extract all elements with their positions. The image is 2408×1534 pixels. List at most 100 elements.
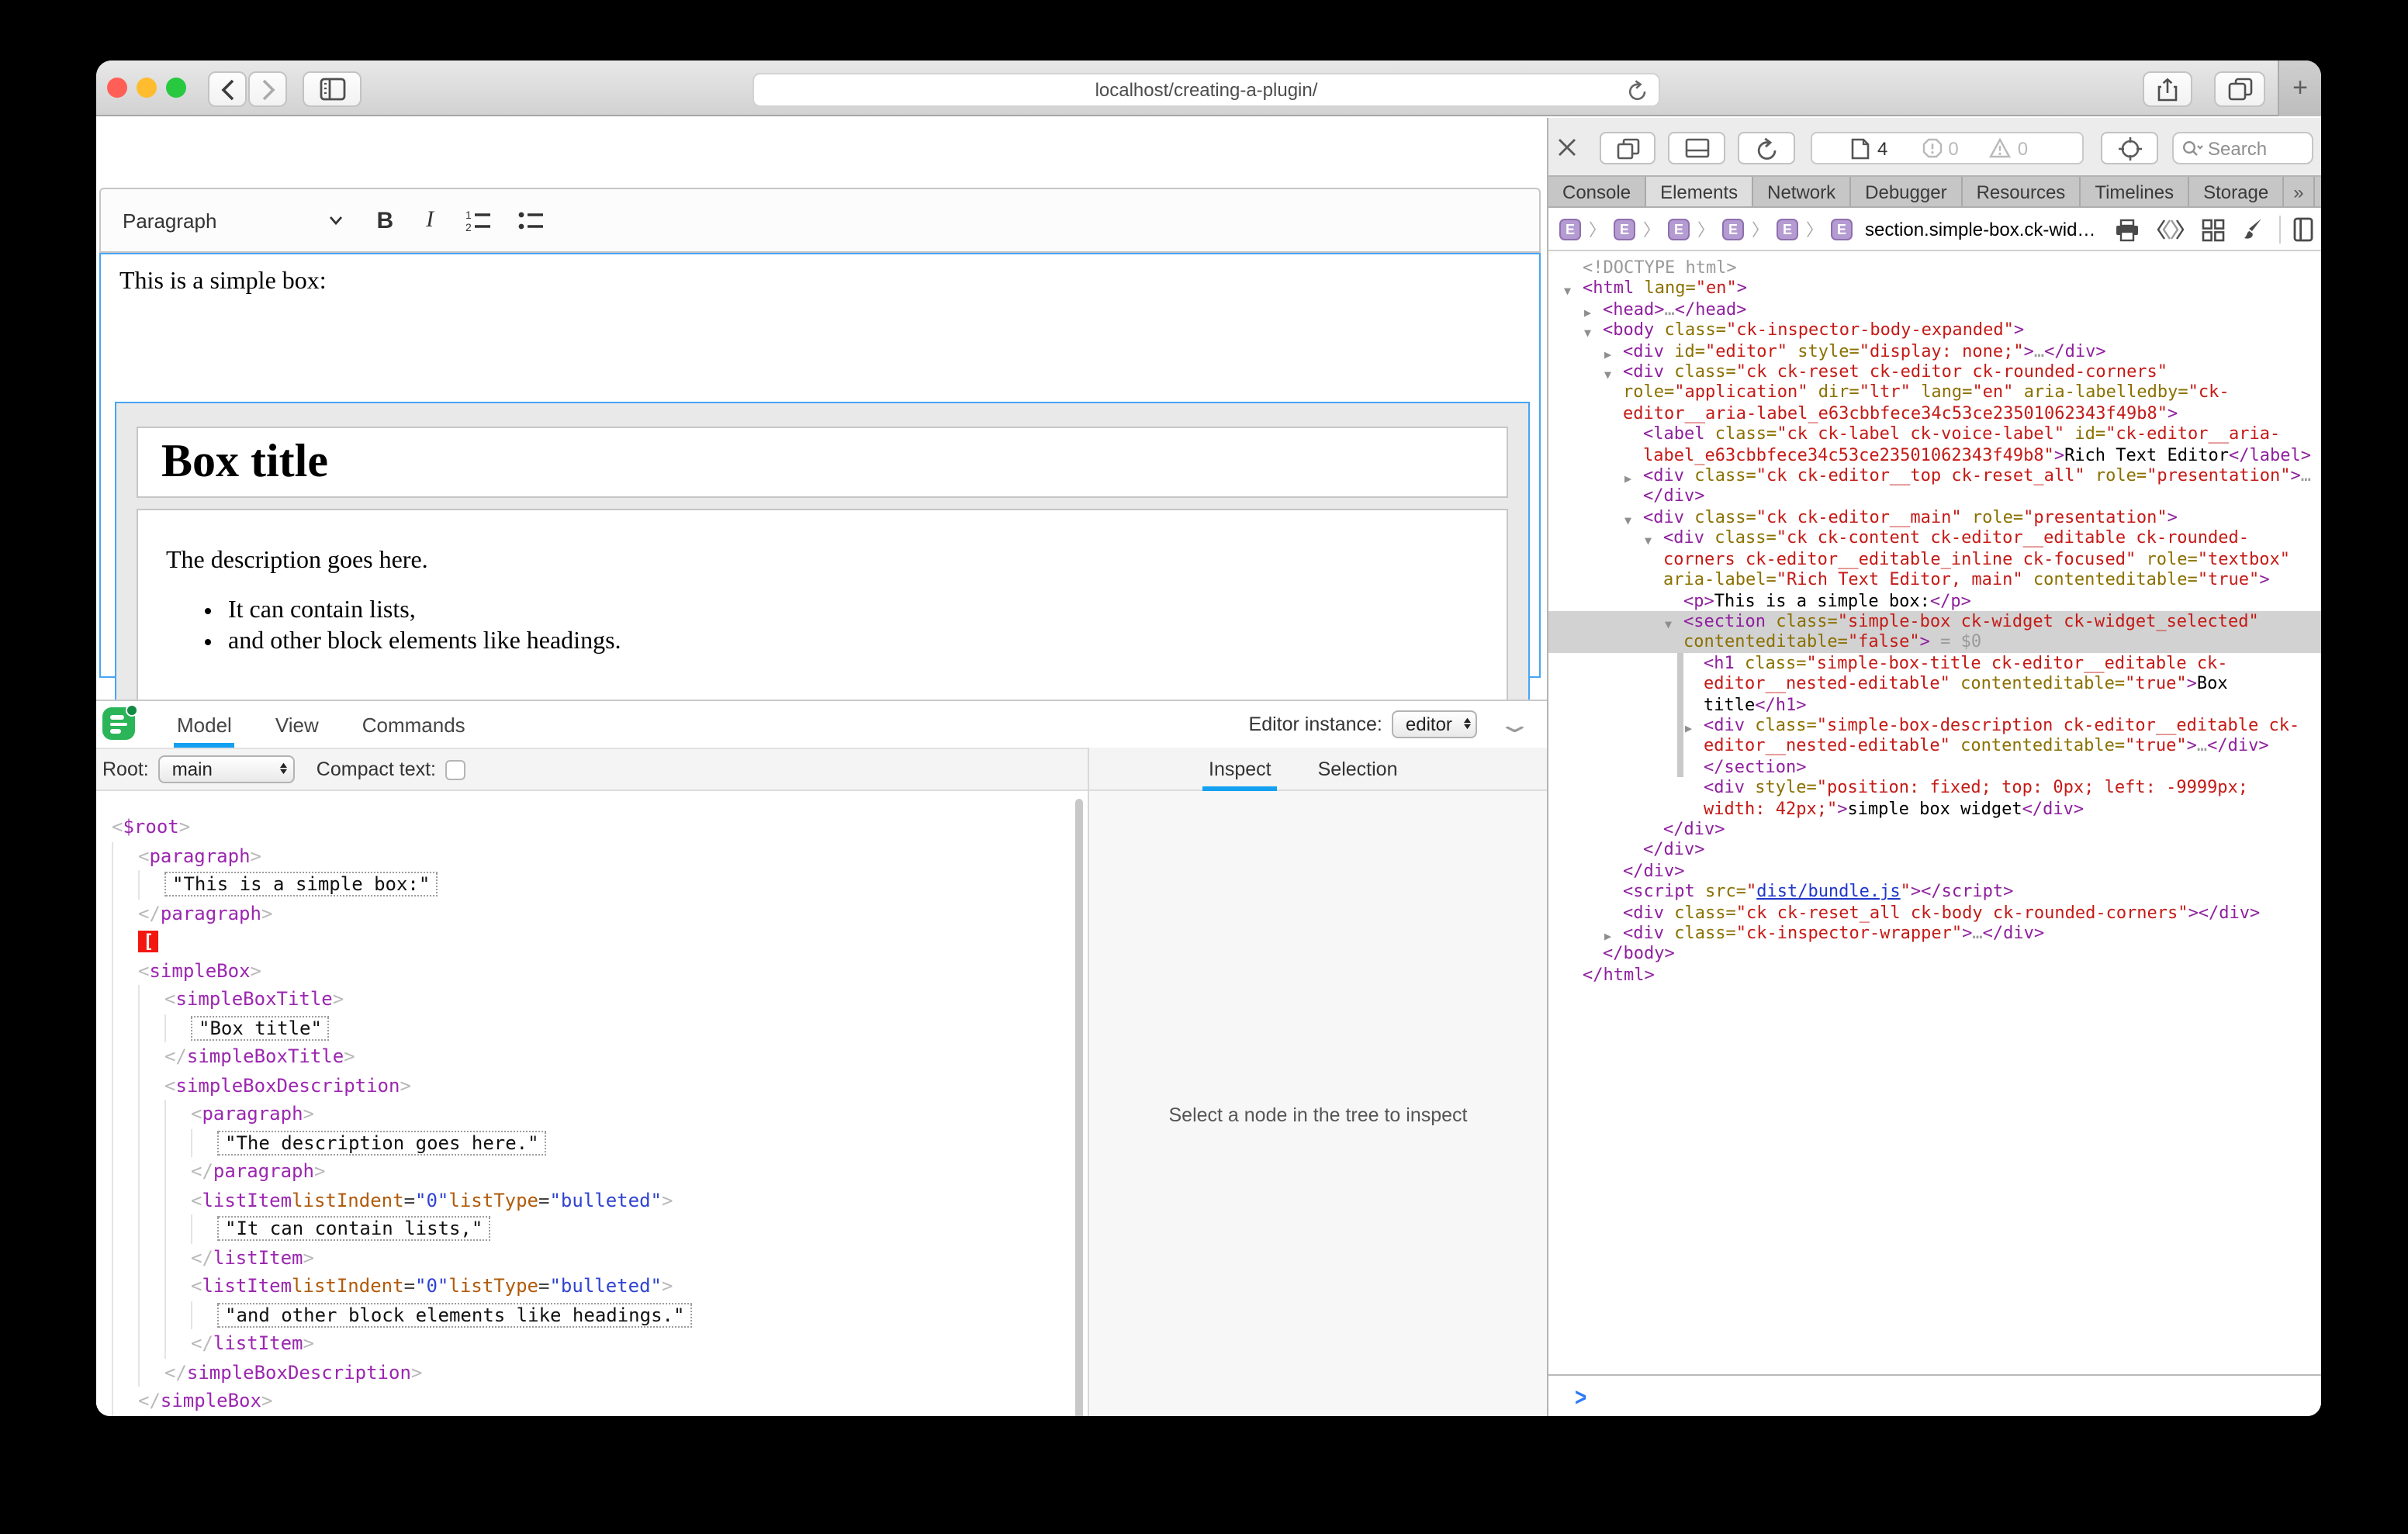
element-crumb[interactable]: E: [1559, 218, 1581, 240]
pane-tab-inspect[interactable]: Inspect: [1202, 747, 1278, 790]
collapsed-arrow-icon[interactable]: ▶: [1624, 468, 1631, 489]
element-picker-button[interactable]: [2101, 132, 2158, 164]
dom-tree-line[interactable]: </div>: [1548, 861, 2321, 882]
grid-icon[interactable]: [2202, 218, 2225, 241]
dom-tree-line[interactable]: </div>: [1548, 840, 2321, 861]
dom-tree-line[interactable]: ▼<body class="ck-inspector-body-expanded…: [1548, 320, 2321, 340]
paragraph-dropdown[interactable]: Paragraph: [123, 209, 216, 232]
model-tree-line[interactable]: <simpleBoxDescription>: [112, 1071, 1075, 1100]
model-text-node[interactable]: "This is a simple box:": [164, 872, 438, 897]
editor-content[interactable]: This is a simple box: Box title The desc…: [99, 253, 1541, 678]
close-button[interactable]: [107, 78, 127, 98]
tab-overflow-button[interactable]: »: [2284, 177, 2314, 206]
forward-button[interactable]: [248, 71, 287, 107]
dom-tree-line[interactable]: ▶<head>…</head>: [1548, 299, 2321, 320]
tab-overview-button[interactable]: [2214, 71, 2265, 107]
simple-box-title[interactable]: Box title: [137, 427, 1508, 498]
devtools-tab-storage[interactable]: Storage: [2189, 177, 2284, 206]
zoom-button[interactable]: [166, 78, 186, 98]
dom-tree-line[interactable]: <div style="position: fixed; top: 0px; l…: [1548, 777, 2321, 819]
reload-page-button[interactable]: [1738, 132, 1795, 164]
details-sidebar-icon[interactable]: [2293, 217, 2313, 242]
root-select[interactable]: main ▲▼: [158, 755, 295, 783]
add-tab-button[interactable]: +: [2315, 177, 2321, 206]
italic-button[interactable]: I: [426, 207, 434, 233]
model-tree-line[interactable]: ]: [112, 1415, 1075, 1416]
model-text-node[interactable]: "The description goes here.": [217, 1131, 547, 1156]
model-tree-line[interactable]: <simpleBoxTitle>: [112, 985, 1075, 1014]
devtools-tab-network[interactable]: Network: [1753, 177, 1851, 206]
dom-tree-line[interactable]: <h1 class="simple-box-title ck-editor__e…: [1548, 652, 2321, 714]
expanded-arrow-icon[interactable]: ▼: [1665, 614, 1672, 635]
dom-tree-line[interactable]: ▶<div class="ck ck-editor__top ck-reset_…: [1548, 465, 2321, 507]
inspector-tab-commands[interactable]: Commands: [359, 701, 469, 748]
share-button[interactable]: [2143, 71, 2192, 107]
model-tree-line[interactable]: </simpleBoxDescription>: [112, 1358, 1075, 1387]
printer-icon[interactable]: [2115, 218, 2140, 241]
element-crumb[interactable]: E: [1722, 218, 1744, 240]
model-tree-line[interactable]: </paragraph>: [112, 1157, 1075, 1186]
dom-tree-line[interactable]: <p>This is a simple box:</p>: [1548, 590, 2321, 611]
compact-text-checkbox[interactable]: [445, 759, 465, 779]
dom-tree-line[interactable]: </html>: [1548, 965, 2321, 986]
dom-tree-line[interactable]: ▼<html lang="en">: [1548, 278, 2321, 299]
collapse-inspector-button[interactable]: ⌄: [1497, 710, 1534, 738]
model-text-node[interactable]: "and other block elements like headings.…: [217, 1303, 692, 1328]
dom-tree-line[interactable]: </div>: [1548, 819, 2321, 840]
inspector-tab-view[interactable]: View: [272, 701, 322, 748]
devtools-search-field[interactable]: Search: [2172, 132, 2313, 164]
element-crumb[interactable]: E: [1831, 218, 1853, 240]
model-text-node[interactable]: "It can contain lists,": [217, 1217, 490, 1242]
dock-to-bottom-button[interactable]: [1668, 132, 1725, 164]
model-tree-scrollbar[interactable]: [1075, 799, 1083, 1416]
element-crumb[interactable]: E: [1668, 218, 1690, 240]
back-button[interactable]: [208, 71, 247, 107]
collapsed-arrow-icon[interactable]: ▶: [1685, 718, 1692, 739]
model-tree-line[interactable]: </paragraph>: [112, 899, 1075, 928]
bulleted-list-button[interactable]: [517, 209, 544, 231]
element-crumb[interactable]: E: [1777, 218, 1798, 240]
sidebar-button[interactable]: [303, 71, 362, 107]
devtools-tab-console[interactable]: Console: [1548, 177, 1646, 206]
reload-button[interactable]: [1628, 79, 1648, 102]
dom-tree-line[interactable]: ▼<div class="ck ck-editor__main" role="p…: [1548, 507, 2321, 528]
model-tree-line[interactable]: </simpleBox>: [112, 1387, 1075, 1415]
model-tree-line[interactable]: "The description goes here.": [112, 1128, 1075, 1157]
model-tree-line[interactable]: </simpleBoxTitle>: [112, 1042, 1075, 1071]
console-prompt[interactable]: >: [1548, 1374, 2321, 1416]
expanded-arrow-icon[interactable]: ▼: [1604, 364, 1611, 385]
model-tree-line[interactable]: <listItem listIndent="0" listType="bulle…: [112, 1272, 1075, 1301]
dom-tree-line[interactable]: ▶<div class="ck-inspector-wrapper">…</di…: [1548, 923, 2321, 944]
model-tree-line[interactable]: "and other block elements like headings.…: [112, 1301, 1075, 1329]
dom-tree-line[interactable]: <div class="ck ck-reset_all ck-body ck-r…: [1548, 902, 2321, 923]
new-tab-button[interactable]: +: [2278, 60, 2321, 116]
devtools-tab-debugger[interactable]: Debugger: [1851, 177, 1962, 206]
pane-tab-selection[interactable]: Selection: [1312, 747, 1404, 790]
dom-tree-line[interactable]: ▶<div id="editor" style="display: none;"…: [1548, 340, 2321, 361]
brush-icon[interactable]: [2242, 217, 2264, 242]
model-tree-line[interactable]: <paragraph>: [112, 1100, 1075, 1128]
simple-box-widget[interactable]: Box title The description goes here. It …: [115, 402, 1530, 732]
dom-tree-line[interactable]: ▶<div class="simple-box-description ck-e…: [1548, 715, 2321, 757]
devtools-tab-elements[interactable]: Elements: [1646, 177, 1753, 206]
numbered-list-button[interactable]: 12: [465, 209, 491, 231]
simple-box-description[interactable]: The description goes here. It can contai…: [137, 509, 1508, 712]
model-tree-line[interactable]: "This is a simple box:": [112, 870, 1075, 899]
dom-tree-line[interactable]: </body>: [1548, 944, 2321, 965]
model-tree-line[interactable]: <$root>: [112, 813, 1075, 841]
model-tree-line[interactable]: <simpleBox>: [112, 956, 1075, 985]
inspector-tab-model[interactable]: Model: [174, 701, 235, 748]
dom-tree-line[interactable]: ▼<div class="ck ck-reset ck-editor ck-ro…: [1548, 361, 2321, 423]
model-tree-line[interactable]: [: [112, 928, 1075, 956]
devtools-tab-timelines[interactable]: Timelines: [2081, 177, 2189, 206]
dom-tree-line[interactable]: <script src="dist/bundle.js"></script>: [1548, 881, 2321, 902]
address-bar[interactable]: localhost/creating-a-plugin/: [752, 73, 1660, 107]
model-tree-line[interactable]: </listItem>: [112, 1329, 1075, 1358]
bold-button[interactable]: B: [376, 207, 393, 233]
devtools-tab-resources[interactable]: Resources: [1963, 177, 2081, 206]
model-tree-line[interactable]: <listItem listIndent="0" listType="bulle…: [112, 1186, 1075, 1214]
dom-tree-line[interactable]: ▼<div class="ck ck-content ck-editor__ed…: [1548, 528, 2321, 590]
model-tree-line[interactable]: <paragraph>: [112, 841, 1075, 870]
model-text-node[interactable]: "Box title": [191, 1016, 330, 1041]
close-devtools-button[interactable]: [1556, 132, 1578, 163]
